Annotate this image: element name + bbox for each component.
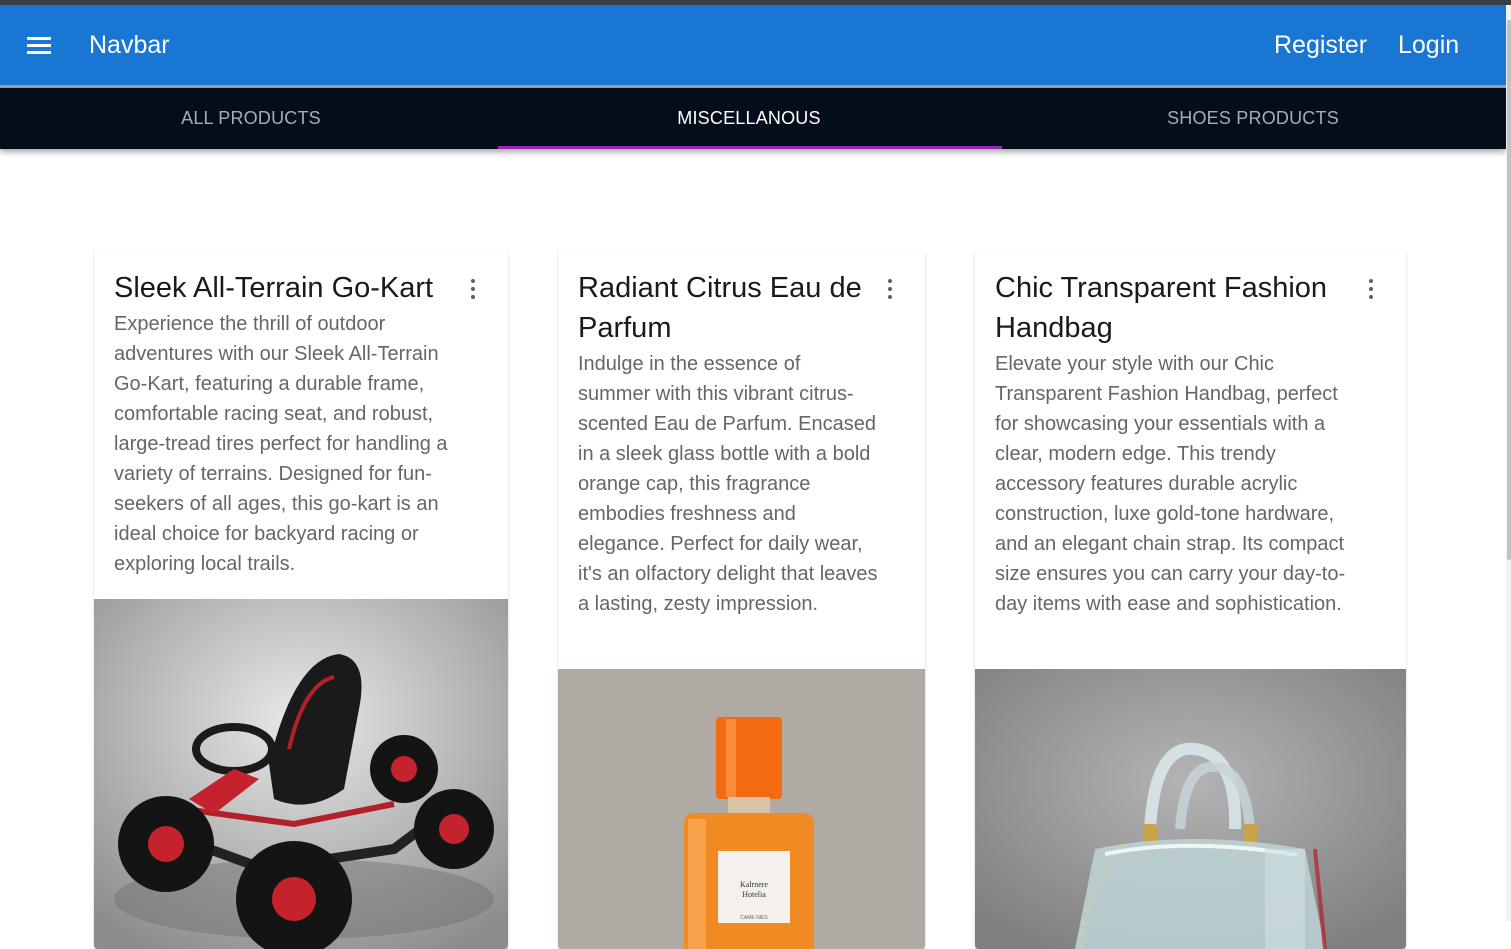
product-description: Indulge in the essence of summer with th…	[578, 353, 878, 615]
menu-icon[interactable]	[27, 37, 51, 55]
tab-all-products[interactable]: ALL PRODUCTS	[0, 88, 502, 149]
more-vert-icon[interactable]	[1366, 277, 1376, 301]
product-card: Sleek All-Terrain Go-Kart Experience the…	[94, 249, 508, 949]
app-bar: Navbar Register Login	[0, 5, 1506, 85]
product-title: Sleek All-Terrain Go-Kart	[114, 272, 434, 304]
more-vert-icon[interactable]	[885, 277, 895, 301]
tab-miscellanous[interactable]: MISCELLANOUS	[498, 88, 1000, 149]
svg-text:CAME NIES: CAME NIES	[740, 915, 768, 921]
svg-text:Kalrnere: Kalrnere	[740, 880, 768, 889]
product-description: Experience the thrill of outdoor adventu…	[114, 313, 448, 575]
product-card: Radiant Citrus Eau de Parfum Indulge in …	[558, 249, 925, 949]
category-tabs: ALL PRODUCTS MISCELLANOUS SHOES PRODUCTS	[0, 88, 1506, 149]
tab-indicator	[498, 146, 1002, 149]
product-title: Radiant Citrus Eau de Parfum	[578, 272, 862, 344]
navbar-title: Navbar	[89, 31, 170, 59]
login-button[interactable]: Login	[1398, 29, 1459, 61]
perfume-bottle-image: Kalrnere Hotelia CAME NIES	[558, 669, 925, 949]
tab-shoes-products[interactable]: SHOES PRODUCTS	[1002, 88, 1504, 149]
go-kart-image	[94, 599, 508, 949]
more-vert-icon[interactable]	[468, 277, 478, 301]
handbag-image	[975, 669, 1406, 949]
product-description: Elevate your style with our Chic Transpa…	[995, 353, 1346, 615]
svg-text:Hotelia: Hotelia	[742, 890, 766, 899]
scrollbar-thumb[interactable]	[1507, 20, 1511, 560]
product-title: Chic Transparent Fashion Handbag	[995, 272, 1328, 344]
register-button[interactable]: Register	[1274, 29, 1367, 61]
product-card: Chic Transparent Fashion Handbag Elevate…	[975, 249, 1406, 949]
